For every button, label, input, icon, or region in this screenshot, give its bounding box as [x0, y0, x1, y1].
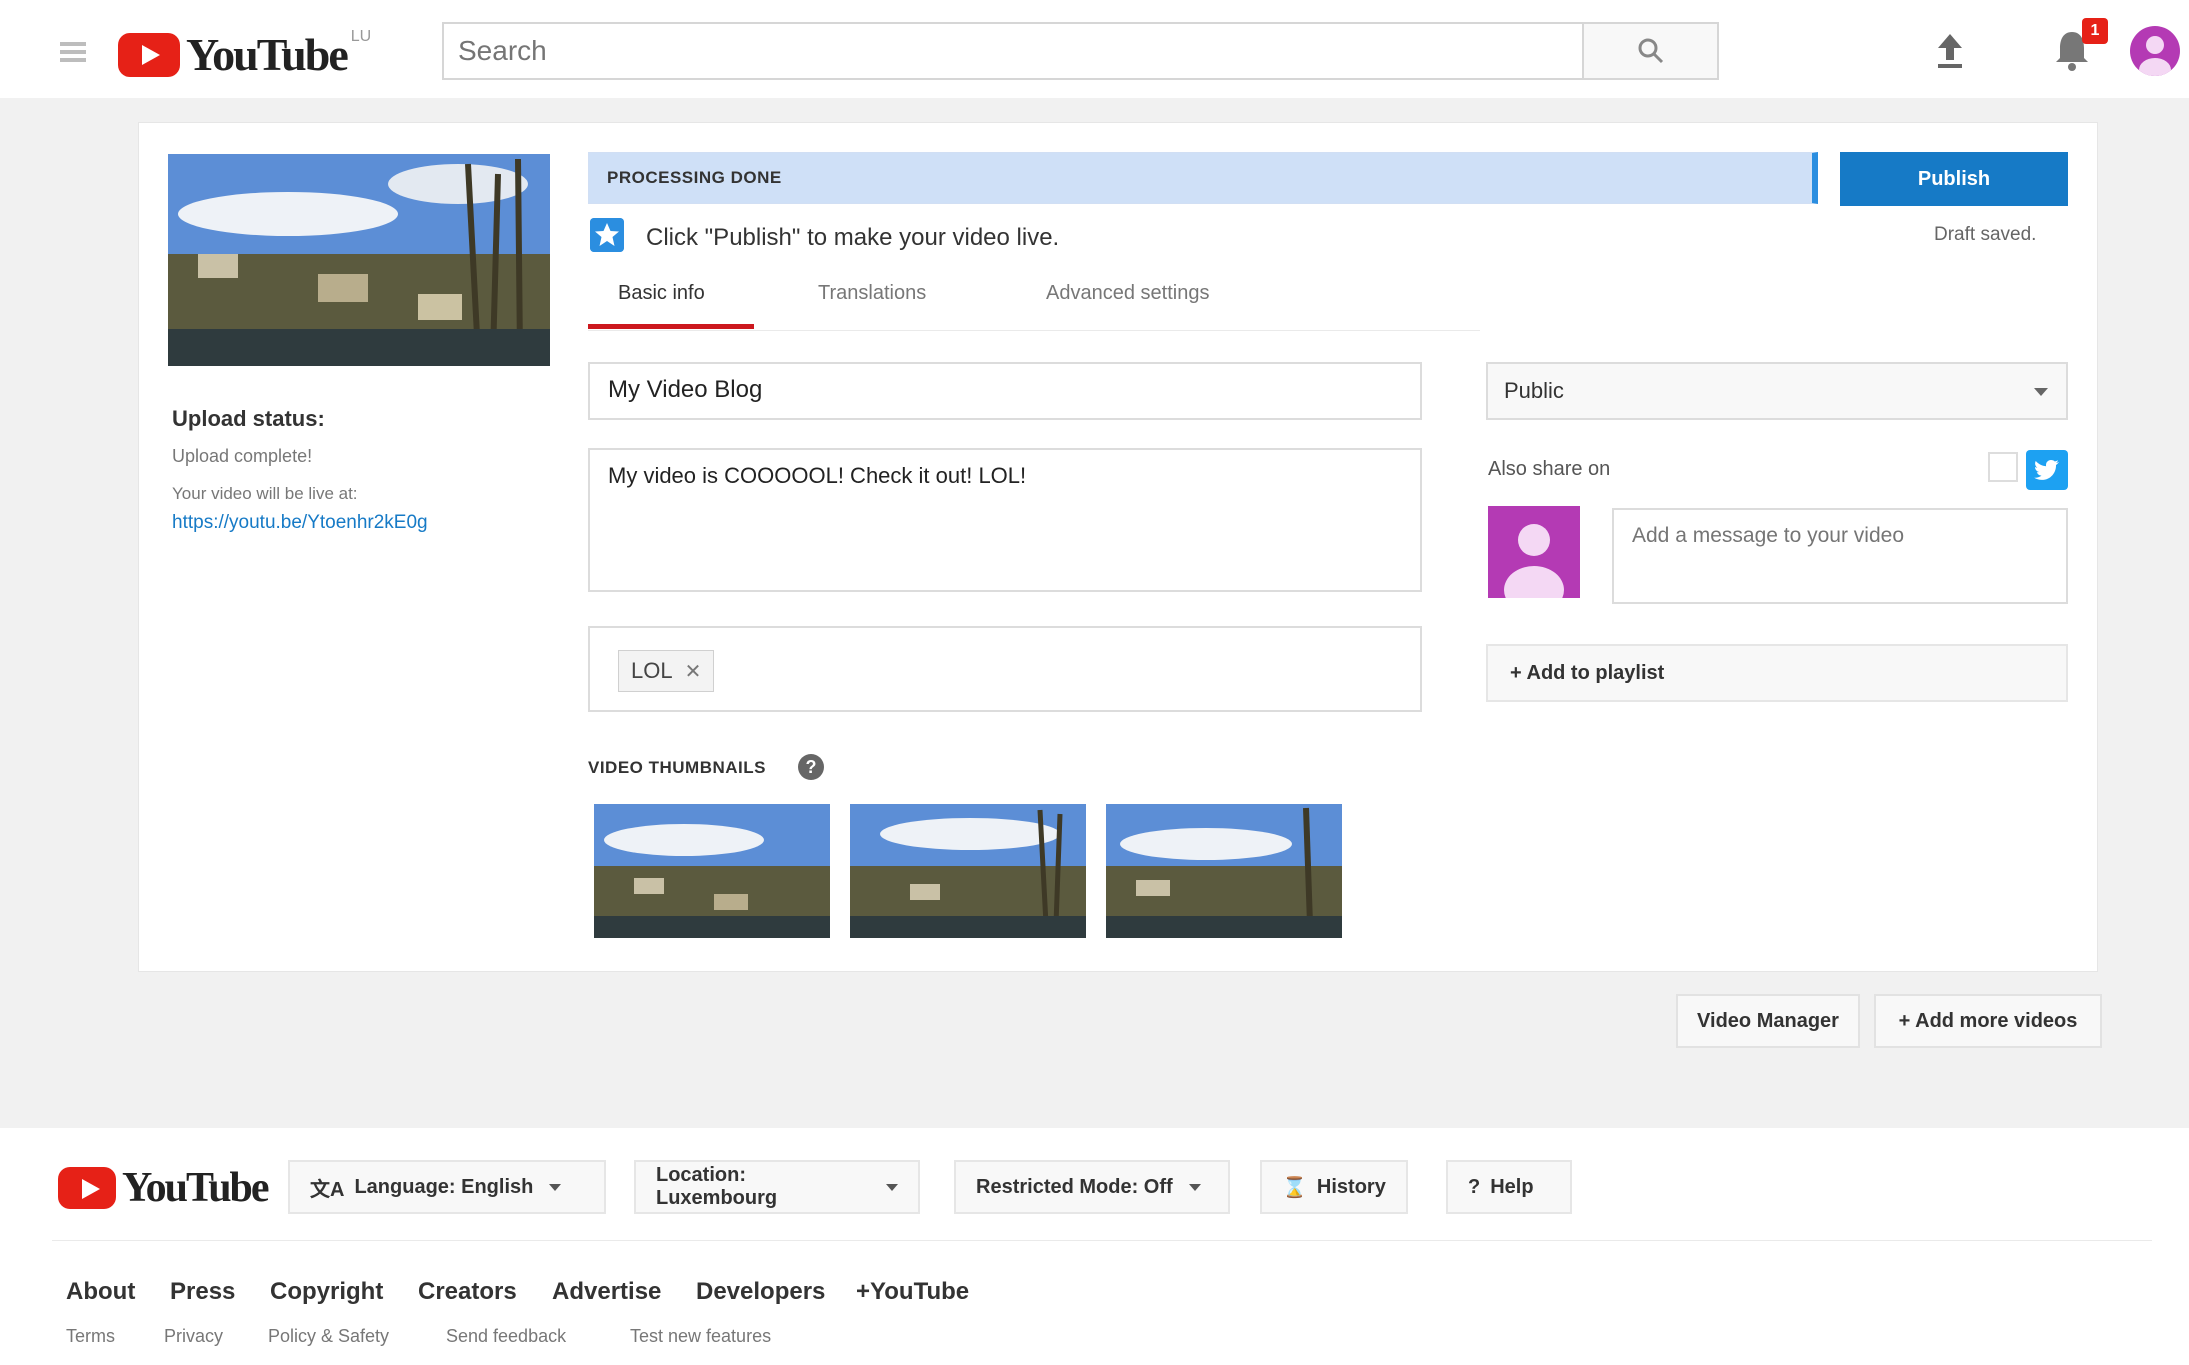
youtube-play-icon	[58, 1167, 116, 1209]
footer-link-privacy[interactable]: Privacy	[164, 1326, 223, 1347]
search-button[interactable]	[1584, 22, 1719, 80]
video-title-field[interactable]: My Video Blog	[588, 362, 1422, 420]
search-box	[442, 22, 1584, 80]
add-to-playlist-button[interactable]: + Add to playlist	[1486, 644, 2068, 702]
footer-link-policy-safety[interactable]: Policy & Safety	[268, 1326, 389, 1347]
twitter-share-button[interactable]	[2026, 450, 2068, 490]
user-avatar-icon	[2139, 36, 2171, 76]
footer-link-test-new-features[interactable]: Test new features	[630, 1326, 771, 1347]
footer-link-advertise[interactable]: Advertise	[552, 1278, 661, 1306]
live-at-label: Your video will be live at:	[172, 484, 358, 503]
masthead: YouTube LU 1	[0, 0, 2189, 98]
help-icon[interactable]: ?	[798, 754, 824, 780]
video-preview	[168, 154, 550, 366]
footer-logo-wordmark: YouTube	[122, 1165, 270, 1211]
thumbnails-label: VIDEO THUMBNAILS	[588, 758, 766, 777]
upload-icon[interactable]	[1934, 32, 1966, 70]
restricted-mode-button[interactable]: Restricted Mode: Off	[954, 1160, 1230, 1214]
upload-status-detail: Upload complete!	[172, 446, 313, 466]
processing-status-text: PROCESSING DONE	[607, 168, 782, 187]
publish-button[interactable]: Publish	[1840, 152, 2068, 206]
youtube-play-icon	[118, 32, 180, 77]
tab-translations[interactable]: Translations	[818, 282, 926, 305]
tab-basic-info[interactable]: Basic info	[618, 282, 705, 305]
language-label: Language: English	[354, 1175, 534, 1198]
thumbnail-option-3[interactable]	[1106, 804, 1342, 938]
footer-divider	[52, 1240, 2152, 1241]
add-more-videos-button[interactable]: + Add more videos	[1874, 994, 2102, 1048]
video-title-value: My Video Blog	[608, 376, 763, 403]
history-label: History	[1316, 1175, 1386, 1198]
upload-status-title: Upload status:	[172, 406, 325, 431]
logo-wordmark: YouTube	[186, 29, 349, 80]
star-notice-icon	[590, 218, 624, 252]
video-manager-button[interactable]: Video Manager	[1676, 994, 1860, 1048]
youtube-logo[interactable]: YouTube LU	[118, 28, 371, 81]
hourglass-icon: ⌛	[1282, 1176, 1307, 1199]
privacy-value: Public	[1504, 378, 1564, 403]
footer-link-send-feedback[interactable]: Send feedback	[446, 1326, 566, 1347]
footer-link-terms[interactable]: Terms	[66, 1326, 115, 1347]
thumbnail-option-2[interactable]	[850, 804, 1086, 938]
search-icon	[1638, 38, 1663, 64]
channel-avatar	[1488, 506, 1580, 598]
processing-progress-bar: PROCESSING DONE	[588, 152, 1818, 204]
thumbnail-image	[1106, 804, 1342, 938]
chevron-down-icon	[1188, 1183, 1201, 1191]
chevron-down-icon	[549, 1183, 562, 1191]
share-checkbox[interactable]	[1988, 452, 2018, 482]
search-input[interactable]	[444, 24, 1582, 78]
footer-link-copyright[interactable]: Copyright	[270, 1278, 383, 1306]
account-avatar[interactable]	[2130, 26, 2180, 76]
footer-link-creators[interactable]: Creators	[418, 1278, 517, 1306]
history-button[interactable]: ⌛ History	[1260, 1160, 1408, 1214]
footer-link-press[interactable]: Press	[170, 1278, 235, 1306]
tabs-divider	[588, 330, 1480, 331]
thumbnail-option-1[interactable]	[594, 804, 830, 938]
help-button[interactable]: ? Help	[1446, 1160, 1572, 1214]
footer-youtube-logo[interactable]: YouTube	[58, 1164, 270, 1212]
language-picker-button[interactable]: 文A Language: English	[288, 1160, 606, 1214]
tab-advanced-settings[interactable]: Advanced settings	[1046, 282, 1209, 305]
tag-chip: LOL ✕	[618, 650, 715, 692]
active-tab-indicator	[588, 324, 754, 329]
tag-label: LOL	[631, 658, 673, 683]
footer-link-plus-youtube[interactable]: +YouTube	[856, 1278, 969, 1306]
draft-saved-label: Draft saved.	[1934, 224, 2037, 245]
footer-link-about[interactable]: About	[66, 1278, 135, 1306]
publish-notice: Click "Publish" to make your video live.	[646, 224, 1060, 251]
share-message-field	[1612, 508, 2068, 604]
share-message-input[interactable]	[1614, 510, 2066, 602]
location-label: Location: Luxembourg	[656, 1164, 778, 1209]
thumbnail-image	[594, 804, 830, 938]
privacy-dropdown[interactable]: Public	[1486, 362, 2068, 420]
guide-menu-icon[interactable]	[60, 42, 86, 62]
chevron-down-icon	[886, 1183, 898, 1191]
share-on-label: Also share on	[1488, 458, 1611, 480]
user-avatar-icon	[1504, 524, 1564, 598]
restricted-mode-label: Restricted Mode: Off	[976, 1175, 1173, 1198]
footer-link-developers[interactable]: Developers	[696, 1278, 825, 1306]
landscape-image	[168, 154, 550, 366]
notification-badge: 1	[2082, 18, 2108, 44]
region-code: LU	[350, 28, 372, 45]
location-picker-button[interactable]: Location: Luxembourg	[634, 1160, 920, 1214]
remove-tag-icon[interactable]: ✕	[685, 659, 702, 684]
twitter-icon	[2034, 460, 2059, 480]
language-icon: 文A	[310, 1178, 345, 1201]
tags-field[interactable]: LOL ✕	[588, 626, 1422, 712]
help-label: Help	[1490, 1175, 1534, 1198]
video-url-link[interactable]: https://youtu.be/Ytoenhr2kE0g	[172, 512, 428, 534]
video-description-value: My video is COOOOOL! Check it out! LOL!	[608, 463, 1027, 488]
thumbnail-image	[850, 804, 1086, 938]
video-description-field[interactable]: My video is COOOOOL! Check it out! LOL!	[588, 448, 1422, 592]
help-circle-icon: ?	[1468, 1175, 1481, 1198]
chevron-down-icon	[2034, 388, 2048, 396]
